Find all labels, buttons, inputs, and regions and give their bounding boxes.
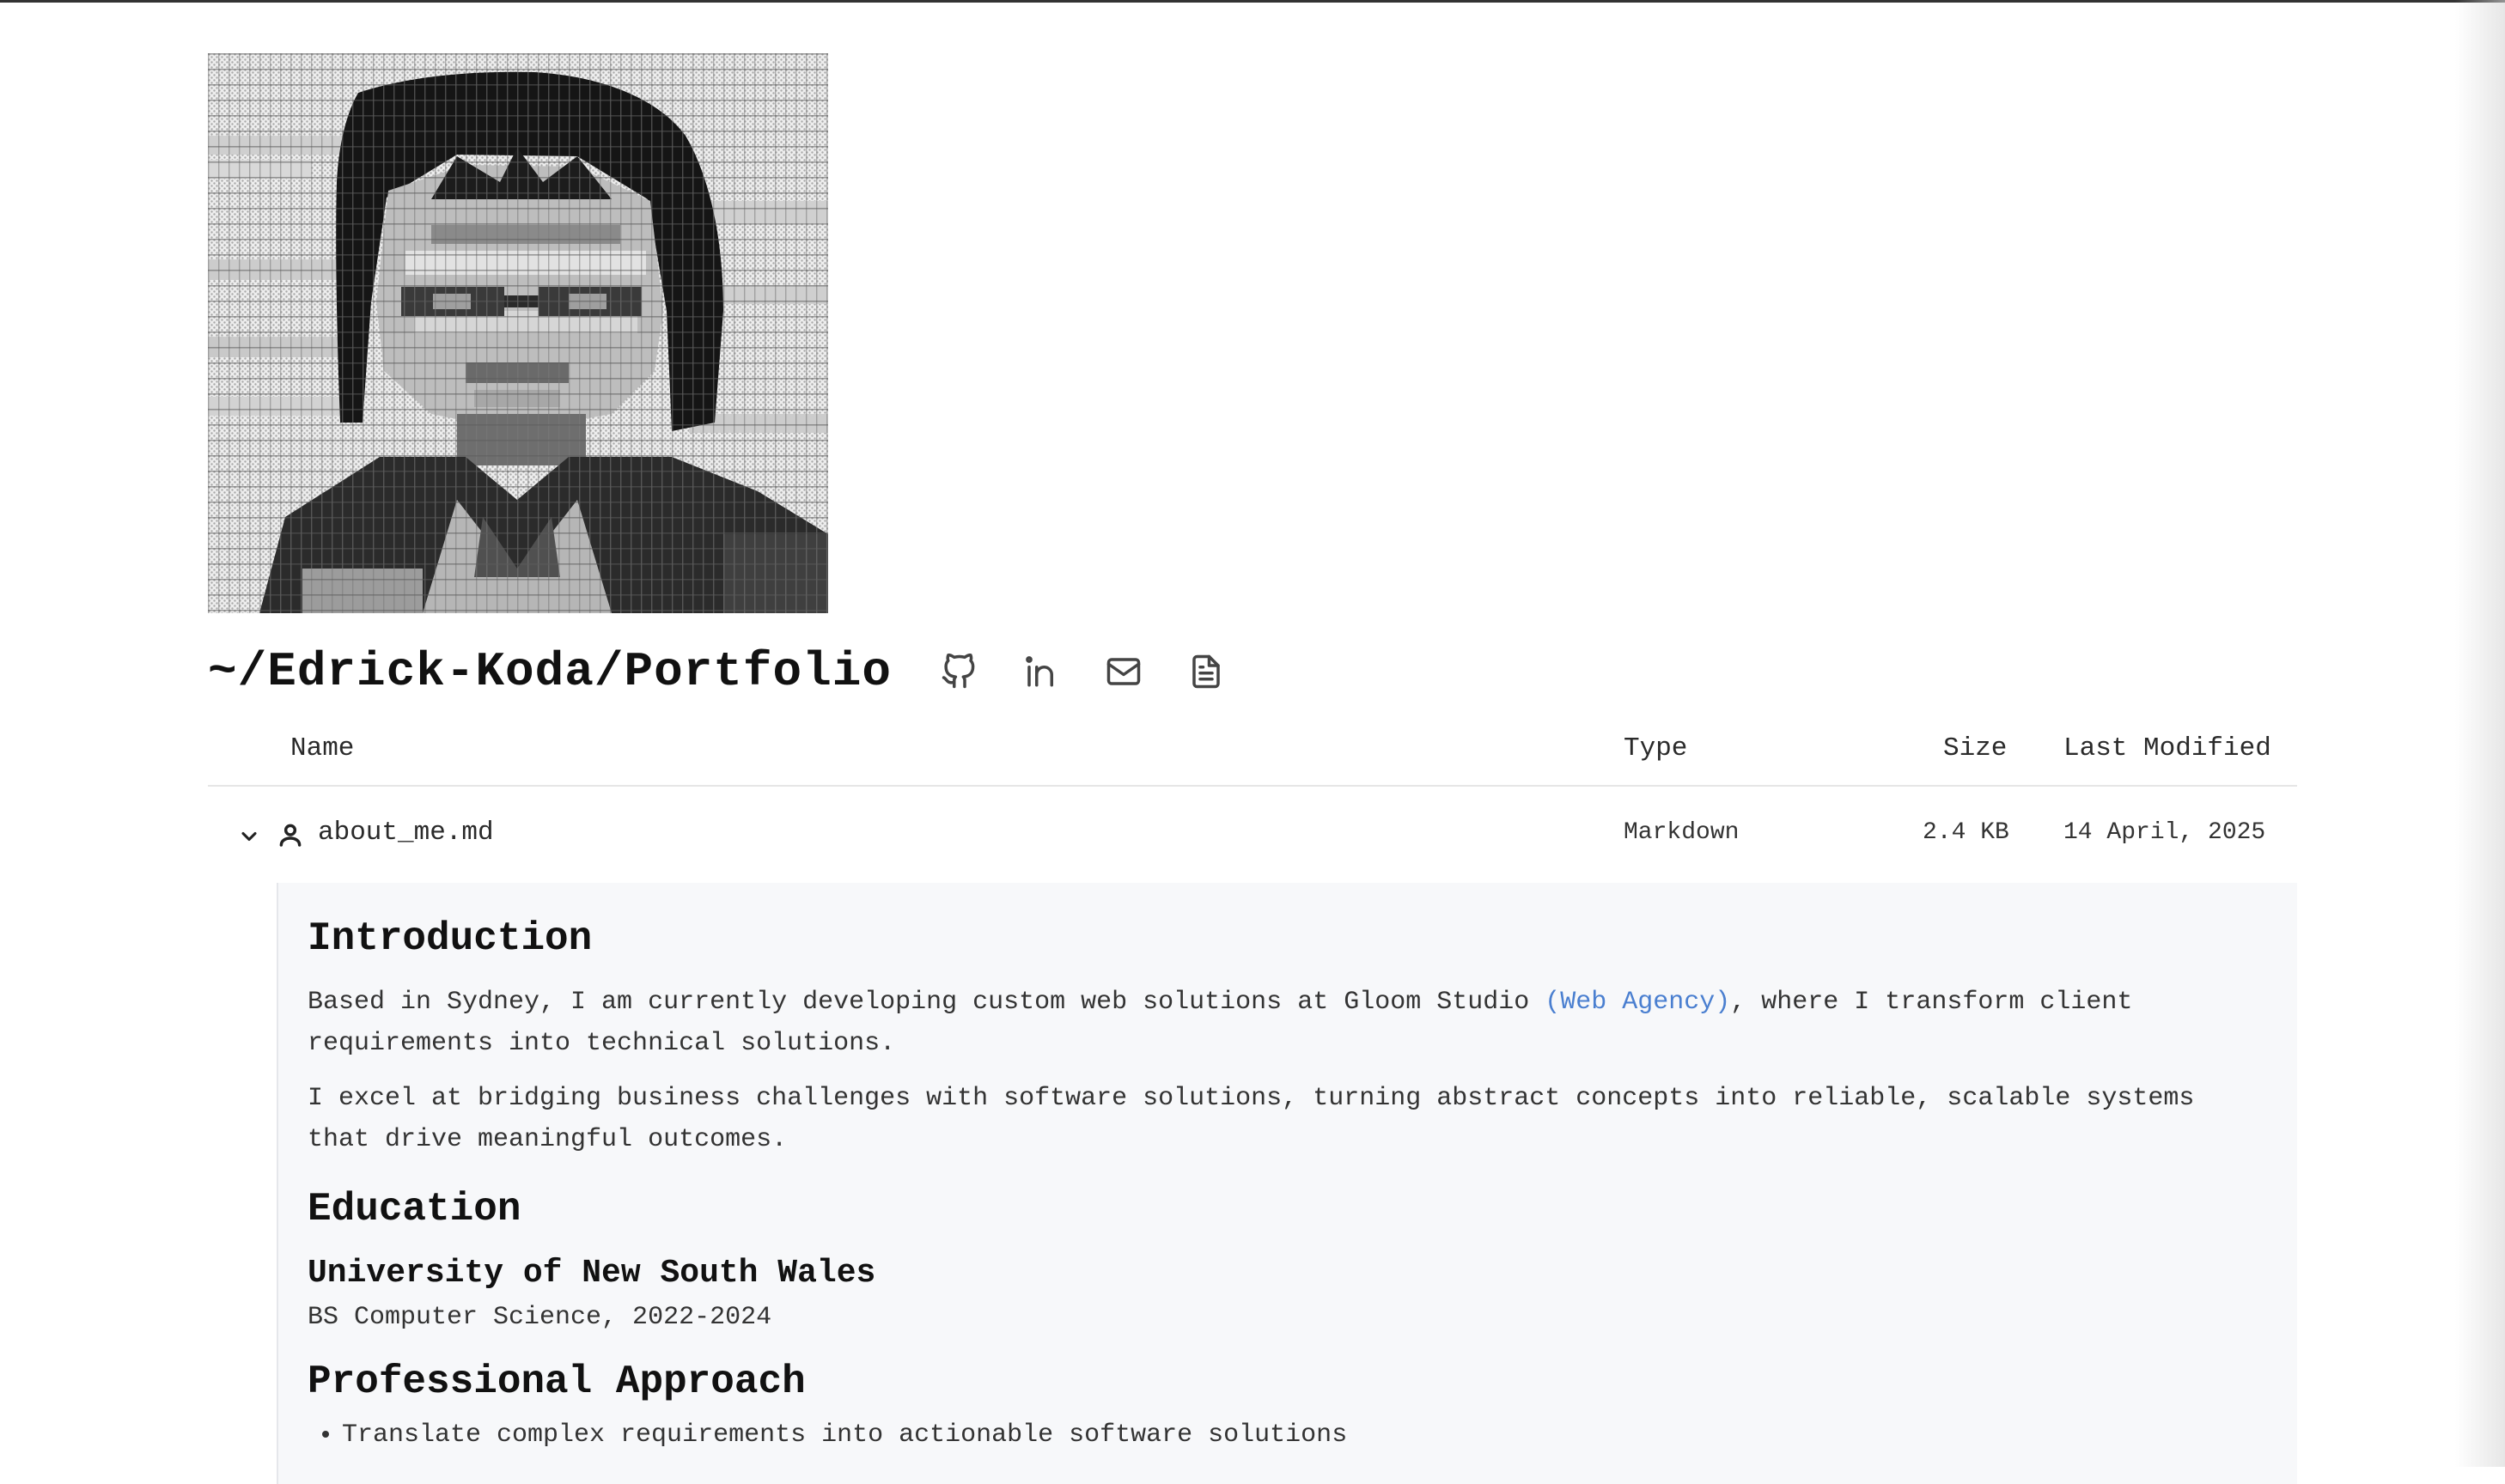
university-name: University of New South Wales xyxy=(308,1255,876,1292)
table-row[interactable]: about_me.md Markdown 2.4 KB 14 April, 20… xyxy=(208,807,2297,862)
person-icon xyxy=(277,821,304,848)
list-item: Translate complex requirements into acti… xyxy=(342,1414,2268,1456)
file-size: 2.4 KB xyxy=(1923,819,2009,846)
column-header-size[interactable]: Size xyxy=(1943,733,2007,763)
window-top-border xyxy=(0,0,2505,3)
file-name[interactable]: about_me.md xyxy=(318,818,494,848)
markdown-preview: Introduction Based in Sydney, I am curre… xyxy=(277,883,2297,1484)
page-title: ~/Edrick-Koda/Portfolio xyxy=(208,644,892,699)
linkedin-icon[interactable] xyxy=(1019,649,1064,694)
file-type: Markdown xyxy=(1624,819,1740,846)
github-icon[interactable] xyxy=(936,649,981,694)
approach-list: Translate complex requirements into acti… xyxy=(308,1414,2268,1456)
mail-icon[interactable] xyxy=(1101,649,1146,694)
intro-paragraph: Based in Sydney, I am currently developi… xyxy=(308,988,2133,1059)
web-agency-link[interactable]: (Web Agency) xyxy=(1545,988,1730,1017)
intro-paragraph-2: I excel at bridging business challenges … xyxy=(308,1084,2195,1155)
resume-document-icon[interactable] xyxy=(1184,649,1228,694)
profile-avatar xyxy=(208,53,828,613)
professional-approach-heading: Professional Approach xyxy=(308,1359,806,1404)
header: ~/Edrick-Koda/Portfolio xyxy=(208,637,1266,706)
file-table-header: Name Type Size Last Modified xyxy=(208,727,2297,787)
education-heading: Education xyxy=(308,1187,521,1232)
chevron-down-icon[interactable] xyxy=(237,824,261,848)
column-header-last-modified[interactable]: Last Modified xyxy=(2063,733,2271,763)
column-header-name[interactable]: Name xyxy=(290,733,354,763)
social-links xyxy=(936,649,1266,694)
window-edge-shadow xyxy=(2455,0,2505,1467)
introduction-heading: Introduction xyxy=(308,916,593,961)
degree-text: BS Computer Science, 2022-2024 xyxy=(308,1302,772,1332)
file-last-modified: 14 April, 2025 xyxy=(2063,819,2266,846)
column-header-type[interactable]: Type xyxy=(1624,733,1687,763)
